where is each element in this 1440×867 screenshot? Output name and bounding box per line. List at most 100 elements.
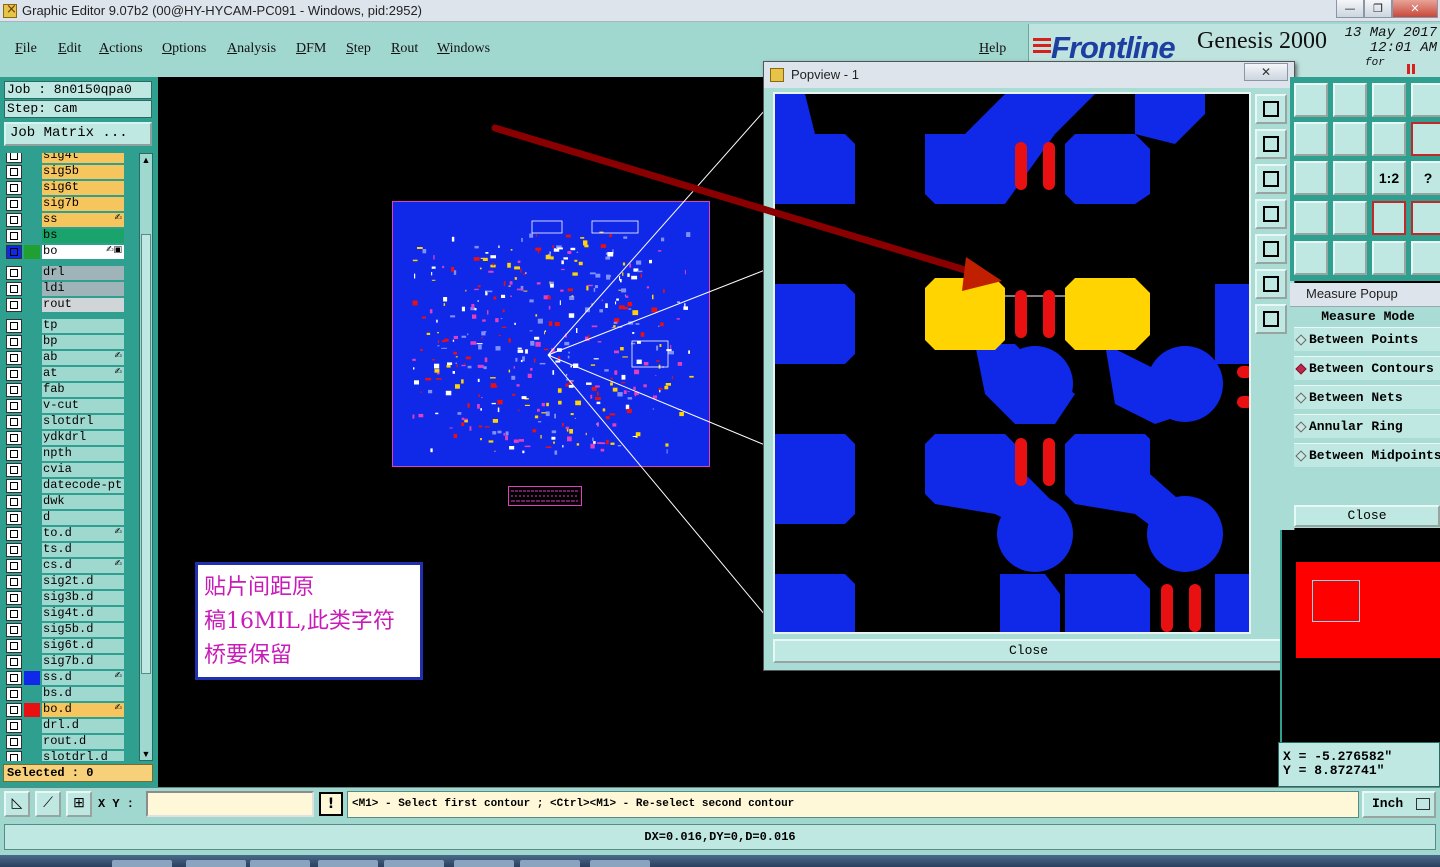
- layer-color-swatch[interactable]: [24, 703, 40, 717]
- close-window-button[interactable]: ✕: [1392, 0, 1438, 18]
- layer-color-swatch[interactable]: [24, 559, 40, 573]
- layer-color-swatch[interactable]: [24, 213, 40, 227]
- popview-close-button[interactable]: Close: [773, 639, 1284, 663]
- layer-checkbox[interactable]: [6, 399, 22, 413]
- scroll-up-icon[interactable]: ▲: [140, 154, 152, 166]
- layer-color-swatch[interactable]: [24, 399, 40, 413]
- layer-color-swatch[interactable]: [24, 591, 40, 605]
- layer-name[interactable]: sig6t.d: [42, 639, 124, 653]
- layer-row[interactable]: slotdrl: [6, 415, 124, 429]
- tool-button-12[interactable]: [1294, 201, 1328, 235]
- layer-name[interactable]: cvia: [42, 463, 124, 477]
- layer-color-swatch[interactable]: [24, 431, 40, 445]
- job-matrix-button[interactable]: Job Matrix ...: [4, 122, 152, 146]
- layer-name[interactable]: datecode-pt: [42, 479, 124, 493]
- layer-color-swatch[interactable]: [24, 367, 40, 381]
- menu-edit[interactable]: Edit: [58, 41, 81, 57]
- layer-checkbox[interactable]: [6, 266, 22, 280]
- taskbar-item[interactable]: [112, 860, 172, 867]
- layer-row[interactable]: sig7b.d: [6, 655, 124, 669]
- layer-checkbox[interactable]: [6, 431, 22, 445]
- layer-name[interactable]: bs.d: [42, 687, 124, 701]
- tool-button-5[interactable]: [1333, 122, 1367, 156]
- tool-button-18[interactable]: [1372, 241, 1406, 275]
- layer-color-swatch[interactable]: [24, 447, 40, 461]
- layer-name[interactable]: at: [42, 367, 124, 381]
- layer-name[interactable]: rout.d: [42, 735, 124, 749]
- unit-select[interactable]: Inch: [1362, 791, 1436, 818]
- layer-checkbox[interactable]: [6, 751, 22, 761]
- tool-button-14[interactable]: [1372, 201, 1406, 235]
- layer-color-swatch[interactable]: [24, 153, 40, 163]
- layer-color-swatch[interactable]: [24, 655, 40, 669]
- layer-color-swatch[interactable]: [24, 463, 40, 477]
- layer-row[interactable]: sig3b.d: [6, 591, 124, 605]
- measure-between-points[interactable]: Between Points: [1294, 327, 1440, 351]
- popview-zoom-tool-5[interactable]: [1255, 234, 1287, 264]
- layer-row[interactable]: bo.d ✍: [6, 703, 124, 717]
- layer-name[interactable]: slotdrl: [42, 415, 124, 429]
- tool-button-10[interactable]: 1:2: [1372, 161, 1406, 195]
- layer-name[interactable]: sig5b.d: [42, 623, 124, 637]
- tool-button-4[interactable]: [1294, 122, 1328, 156]
- layer-row[interactable]: v-cut: [6, 399, 124, 413]
- layer-row[interactable]: sig6t.d: [6, 639, 124, 653]
- minimize-button[interactable]: —: [1336, 0, 1364, 18]
- measure-between-midpoints[interactable]: Between Midpoints: [1294, 443, 1440, 467]
- layer-checkbox[interactable]: [6, 575, 22, 589]
- layer-row[interactable]: dwk: [6, 495, 124, 509]
- layer-name[interactable]: sig4t.d: [42, 607, 124, 621]
- mini-navigator[interactable]: [1280, 530, 1440, 742]
- layer-checkbox[interactable]: [6, 282, 22, 296]
- layer-color-swatch[interactable]: [24, 229, 40, 243]
- layer-row[interactable]: datecode-pt: [6, 479, 124, 493]
- layer-name[interactable]: bs: [42, 229, 124, 243]
- popview-zoom-tool-4[interactable]: [1255, 199, 1287, 229]
- measure-annular-ring[interactable]: Annular Ring: [1294, 414, 1440, 438]
- popview-close-icon[interactable]: ✕: [1244, 63, 1288, 81]
- layer-checkbox[interactable]: [6, 719, 22, 733]
- layer-name[interactable]: ss: [42, 213, 124, 227]
- measure-close-button[interactable]: Close: [1294, 505, 1440, 527]
- layer-name[interactable]: ldi: [42, 282, 124, 296]
- layer-checkbox[interactable]: [6, 607, 22, 621]
- layer-checkbox[interactable]: [6, 319, 22, 333]
- measure-between-contours[interactable]: Between Contours: [1294, 356, 1440, 380]
- layer-row[interactable]: to.d ✍: [6, 527, 124, 541]
- layer-row[interactable]: ab ✍: [6, 351, 124, 365]
- scroll-down-icon[interactable]: ▼: [140, 748, 152, 760]
- layer-color-swatch[interactable]: [24, 735, 40, 749]
- layer-color-swatch[interactable]: [24, 351, 40, 365]
- layer-color-swatch[interactable]: [24, 687, 40, 701]
- tool-button-19[interactable]: [1411, 241, 1440, 275]
- popview-zoom-view[interactable]: [773, 92, 1251, 634]
- taskbar-item[interactable]: [186, 860, 246, 867]
- layer-color-swatch[interactable]: [24, 575, 40, 589]
- layer-row[interactable]: d: [6, 511, 124, 525]
- layer-row[interactable]: bp: [6, 335, 124, 349]
- layer-checkbox[interactable]: [6, 639, 22, 653]
- layer-name[interactable]: v-cut: [42, 399, 124, 413]
- layer-row[interactable]: sig4t: [6, 153, 124, 163]
- layer-checkbox[interactable]: [6, 447, 22, 461]
- layer-row[interactable]: drl: [6, 266, 124, 280]
- layer-color-swatch[interactable]: [24, 719, 40, 733]
- layer-color-swatch[interactable]: [24, 319, 40, 333]
- layer-row[interactable]: sig2t.d: [6, 575, 124, 589]
- taskbar-item[interactable]: [384, 860, 444, 867]
- layer-row[interactable]: ydkdrl: [6, 431, 124, 445]
- layer-scrollbar[interactable]: ▲ ▼: [139, 153, 153, 761]
- measure-between-nets[interactable]: Between Nets: [1294, 385, 1440, 409]
- layer-row[interactable]: npth: [6, 447, 124, 461]
- tool-button-15[interactable]: [1411, 201, 1440, 235]
- tool-button-17[interactable]: [1333, 241, 1367, 275]
- layer-checkbox[interactable]: [6, 703, 22, 717]
- layer-checkbox[interactable]: [6, 623, 22, 637]
- layer-name[interactable]: fab: [42, 383, 124, 397]
- layer-name[interactable]: d: [42, 511, 124, 525]
- layer-row[interactable]: ldi: [6, 282, 124, 296]
- layer-row[interactable]: drl.d: [6, 719, 124, 733]
- layer-checkbox[interactable]: [6, 415, 22, 429]
- taskbar-item[interactable]: [318, 860, 378, 867]
- layer-row[interactable]: slotdrl.d: [6, 751, 124, 761]
